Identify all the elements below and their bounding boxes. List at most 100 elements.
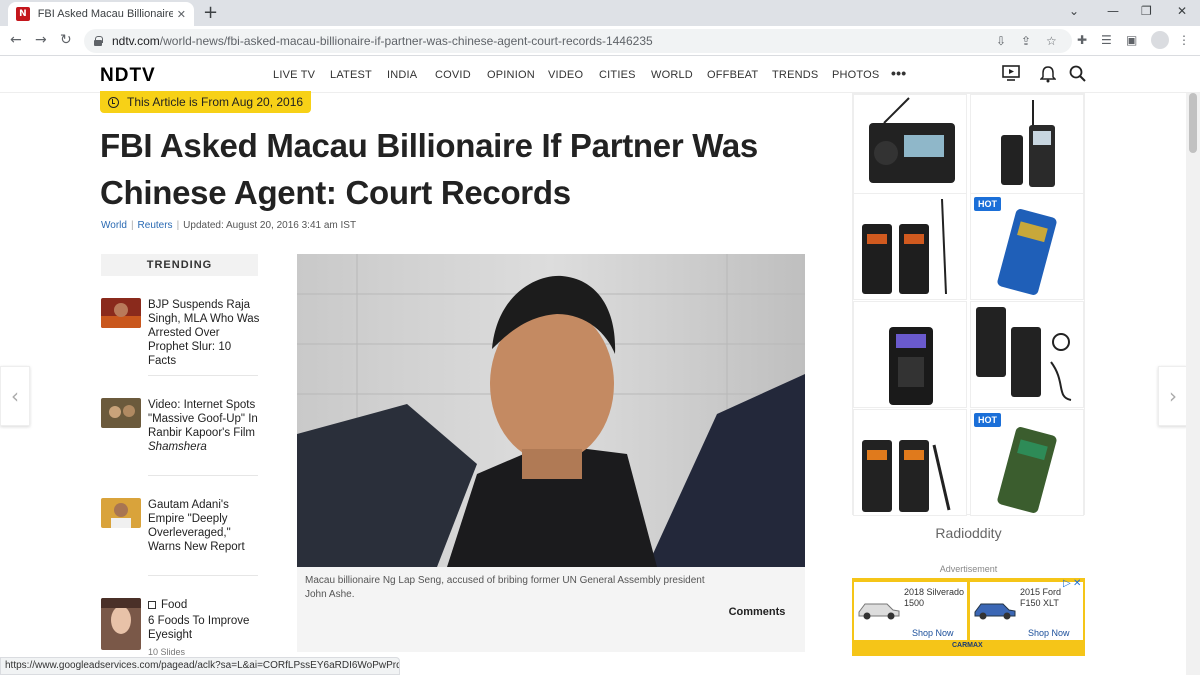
ad-brand-name[interactable]: Radioddity <box>852 525 1085 541</box>
next-article-arrow-icon[interactable]: › <box>1158 366 1188 426</box>
tab-title: FBI Asked Macau Billionaire If Partner <box>37 8 173 20</box>
browser-tab[interactable]: N FBI Asked Macau Billionaire If Partner… <box>8 2 194 26</box>
image-caption: Macau billionaire Ng Lap Seng, accused o… <box>305 575 705 600</box>
page-scrollbar[interactable] <box>1186 93 1200 675</box>
minimize-icon[interactable]: — <box>1107 4 1119 18</box>
back-icon[interactable]: ← <box>10 32 22 48</box>
browser-tabbar: N FBI Asked Macau Billionaire If Partner… <box>0 0 1200 26</box>
prev-article-arrow-icon[interactable]: ‹ <box>0 366 30 426</box>
carmax-logo: CARMAX <box>952 642 983 649</box>
ad-close-icon[interactable]: ✕ <box>1073 578 1081 589</box>
image-caption-box: Macau billionaire Ng Lap Seng, accused o… <box>297 567 805 652</box>
adchoices-icon[interactable]: ▷ <box>1063 578 1071 589</box>
profile-avatar-icon[interactable] <box>1151 31 1169 49</box>
url-text: ndtv.com/world-news/fbi-asked-macau-bill… <box>112 34 653 48</box>
shop-now-link[interactable]: Shop Now <box>912 628 954 638</box>
ad-product-black-radio[interactable] <box>853 301 967 408</box>
trending-item-title[interactable]: Gautam Adani's Empire "Deeply Overlevera… <box>148 498 260 554</box>
product-ad-grid[interactable]: HOT HOT <box>852 93 1085 516</box>
trending-thumbnail[interactable] <box>101 398 141 428</box>
trending-thumbnail[interactable] <box>101 298 141 328</box>
trending-divider <box>148 575 258 576</box>
close-tab-icon[interactable]: ✕ <box>177 8 186 21</box>
close-window-icon[interactable]: ✕ <box>1177 4 1187 18</box>
ad-product-handheld[interactable] <box>970 94 1084 201</box>
article-main-image <box>297 254 805 567</box>
date-badge-text: This Article is From Aug 20, 2016 <box>127 95 304 109</box>
article-date-badge: This Article is From Aug 20, 2016 <box>100 91 312 113</box>
car-ad-card[interactable]: 2015 Ford F150 XLT Shop Now <box>970 582 1083 640</box>
advertisement-label: Advertisement <box>939 564 998 574</box>
car-ad-card[interactable]: 2018 Silverado 1500 Shop Now <box>854 582 967 640</box>
gallery-icon <box>148 601 156 609</box>
hot-badge: HOT <box>974 413 1001 427</box>
category-link[interactable]: World <box>101 220 127 231</box>
nav-photos[interactable]: PHOTOS <box>832 69 879 81</box>
article-headline: FBI Asked Macau Billionaire If Partner W… <box>100 127 758 211</box>
nav-cities[interactable]: CITIES <box>599 69 636 81</box>
ndtv-logo[interactable]: NDTV <box>100 65 156 87</box>
trending-divider <box>148 475 258 476</box>
ad-product-radio[interactable] <box>853 94 967 201</box>
ndtv-favicon-icon: N <box>16 7 30 21</box>
trending-item-title[interactable]: BJP Suspends Raja Singh, MLA Who Was Arr… <box>148 298 260 368</box>
trending-thumbnail[interactable] <box>101 598 141 650</box>
extensions-icon[interactable]: ✚ <box>1077 33 1087 47</box>
nav-latest[interactable]: LATEST <box>330 69 372 81</box>
search-icon[interactable] <box>1069 65 1086 86</box>
clock-icon <box>108 96 119 108</box>
forward-icon[interactable]: → <box>35 32 47 48</box>
nav-offbeat[interactable]: OFFBEAT <box>707 69 758 81</box>
updated-time: Updated: August 20, 2016 3:41 am IST <box>183 220 357 231</box>
reload-icon[interactable]: ↻ <box>60 32 72 48</box>
scrollbar-thumb[interactable] <box>1189 93 1197 153</box>
trending-thumbnail[interactable] <box>101 498 141 528</box>
ad-product-orange-radios[interactable] <box>853 409 967 516</box>
install-icon[interactable]: ⇩ <box>996 34 1006 48</box>
shop-now-link[interactable]: Shop Now <box>1028 628 1070 638</box>
bookmark-star-icon[interactable]: ☆ <box>1046 34 1057 48</box>
trending-item-body[interactable]: Food 6 Foods To Improve Eyesight 10 Slid… <box>148 598 260 659</box>
trending-item[interactable]: Food 6 Foods To Improve Eyesight 10 Slid… <box>101 598 260 659</box>
live-tv-icon[interactable] <box>1002 65 1020 85</box>
car-ad-banner[interactable]: 2018 Silverado 1500 Shop Now 2015 Ford F… <box>852 578 1085 656</box>
hot-badge: HOT <box>974 197 1001 211</box>
tab-search-icon[interactable]: ⌄ <box>1069 4 1079 18</box>
nav-live-tv[interactable]: LIVE TV <box>273 69 315 81</box>
trending-item-title[interactable]: 6 Foods To Improve Eyesight <box>148 614 260 642</box>
ad-product-walkie-talkie[interactable] <box>853 193 967 300</box>
nav-india[interactable]: INDIA <box>387 69 417 81</box>
lock-icon[interactable] <box>94 36 103 46</box>
site-header: NDTV LIVE TV LATEST INDIA COVID OPINION … <box>0 57 1200 93</box>
menu-kebab-icon[interactable]: ⋮ <box>1178 33 1190 47</box>
source-link[interactable]: Reuters <box>138 220 173 231</box>
address-bar[interactable]: ndtv.com/world-news/fbi-asked-macau-bill… <box>84 29 1072 53</box>
trending-heading: TRENDING <box>101 254 258 276</box>
nav-world[interactable]: WORLD <box>651 69 693 81</box>
link-status-bar: https://www.googleadservices.com/pagead/… <box>0 657 400 675</box>
trending-item-title[interactable]: Video: Internet Spots "Massive Goof-Up" … <box>148 398 260 454</box>
reading-list-icon[interactable]: ☰ <box>1101 33 1112 47</box>
trending-item[interactable]: BJP Suspends Raja Singh, MLA Who Was Arr… <box>101 298 259 367</box>
trending-category: Food <box>148 598 260 612</box>
share-icon[interactable]: ⇪ <box>1021 34 1031 48</box>
trending-item[interactable]: Gautam Adani's Empire "Deeply Overlevera… <box>101 498 258 558</box>
nav-video[interactable]: VIDEO <box>548 69 583 81</box>
nav-covid[interactable]: COVID <box>435 69 471 81</box>
comments-button[interactable]: Comments <box>717 597 797 627</box>
ad-product-twin-radios[interactable] <box>970 301 1084 408</box>
bell-icon[interactable] <box>1039 65 1057 87</box>
nav-opinion[interactable]: OPINION <box>487 69 535 81</box>
new-tab-icon[interactable]: + <box>203 4 218 22</box>
browser-toolbar: ← → ↻ ndtv.com/world-news/fbi-asked-maca… <box>0 26 1200 56</box>
article-byline: World | Reuters | Updated: August 20, 2016 3… <box>101 220 357 231</box>
trending-item[interactable]: Video: Internet Spots "Massive Goof-Up" … <box>101 398 258 458</box>
car-title: 2015 Ford F150 XLT <box>1020 587 1062 608</box>
car-title: 2018 Silverado 1500 <box>904 587 965 608</box>
nav-more-icon[interactable]: ••• <box>891 65 906 81</box>
maximize-icon[interactable]: ❐ <box>1141 4 1152 18</box>
side-panel-icon[interactable]: ▣ <box>1126 33 1137 47</box>
ad-product-camo-radio[interactable]: HOT <box>970 409 1084 516</box>
ad-product-blue-radio[interactable]: HOT <box>970 193 1084 300</box>
nav-trends[interactable]: TRENDS <box>772 69 818 81</box>
